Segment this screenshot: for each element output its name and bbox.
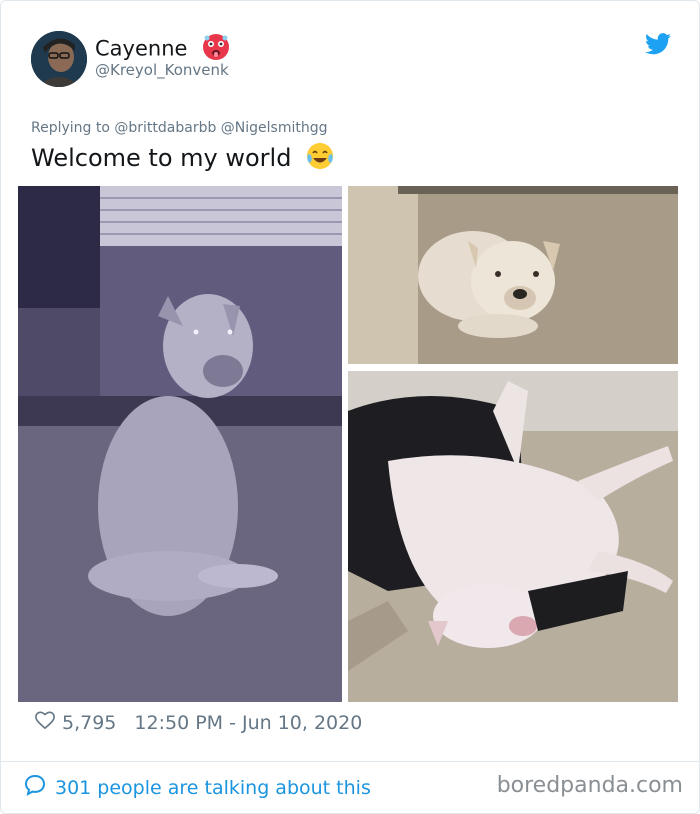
talking-text[interactable]: 301 people are talking about this <box>55 777 371 799</box>
photo-dog-rolling[interactable] <box>348 371 678 702</box>
twitter-bird-icon[interactable] <box>645 33 671 59</box>
like-count[interactable]: 5,795 <box>62 712 116 734</box>
tweet-meta: 5,795 12:50 PM - Jun 10, 2020 <box>34 710 362 735</box>
site-branding: boredpanda.com <box>496 773 683 798</box>
footer-divider <box>1 761 699 762</box>
author-name-text[interactable]: Cayenne <box>95 37 187 61</box>
author-handle[interactable]: @Kreyol_Konvenk <box>95 61 229 79</box>
tweet-header: Cayenne @Kreyol_Konvenk <box>31 31 671 87</box>
tweet-timestamp[interactable]: 12:50 PM - Jun 10, 2020 <box>134 712 362 734</box>
speech-bubble-icon <box>23 773 47 802</box>
tweet-card: Cayenne @Kreyol_Konvenk Replying to @bri… <box>0 0 700 814</box>
tweet-text: Welcome to my world <box>31 144 292 172</box>
avatar[interactable] <box>31 31 87 87</box>
photo-dog-lying[interactable] <box>348 186 678 364</box>
replying-to[interactable]: Replying to @brittdabarbb @Nigelsmithgg <box>31 120 328 136</box>
tweet-text-line: Welcome to my world <box>31 141 335 177</box>
media-grid <box>18 186 678 702</box>
tears-of-joy-emoji-icon <box>305 141 335 177</box>
heart-icon[interactable] <box>34 710 56 735</box>
photo-dog-sitting[interactable] <box>18 186 342 702</box>
talking-link[interactable]: 301 people are talking about this <box>23 773 371 802</box>
